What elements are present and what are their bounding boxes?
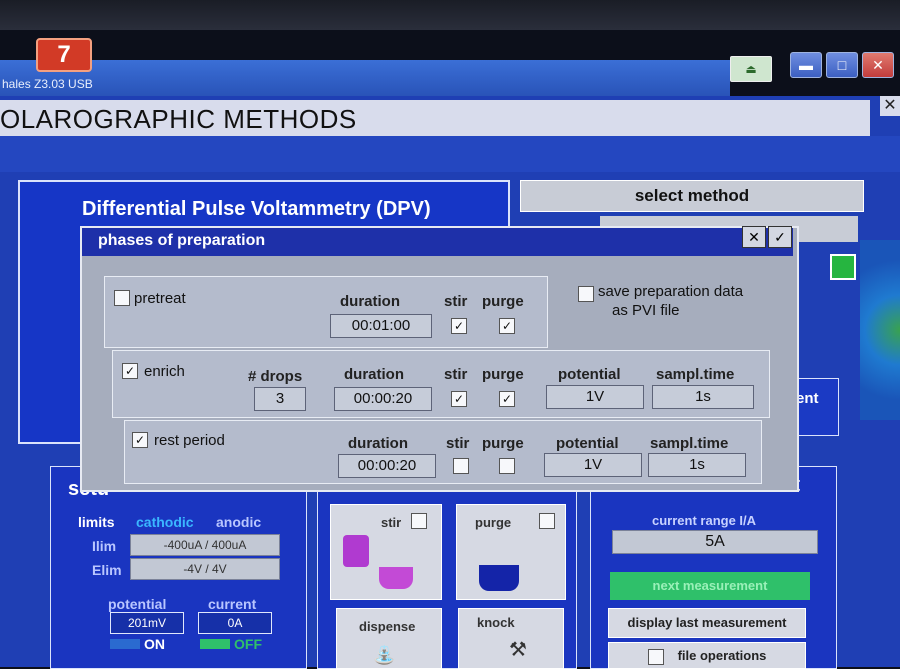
file-operations-label: file operations <box>677 648 767 663</box>
on-toggle[interactable]: ON <box>110 636 165 652</box>
purge-checkbox[interactable] <box>539 513 555 529</box>
knock-label: knock <box>477 615 515 630</box>
dialog-ok-button[interactable]: ✓ <box>768 226 792 248</box>
current-range-label: current range I/A <box>652 513 757 528</box>
current-label: current <box>208 596 257 612</box>
window-titlebar <box>0 60 730 96</box>
enrich-sampl-time-field[interactable]: 1s <box>652 385 754 409</box>
stir-tile[interactable]: stir <box>330 504 442 600</box>
dispense-label: dispense <box>359 619 416 634</box>
rest-duration-header: duration <box>348 435 408 452</box>
status-indicator <box>830 254 856 280</box>
drive-icon[interactable]: ⏏ <box>730 56 772 82</box>
purge-label: purge <box>475 515 512 530</box>
rest-sampl-time-header: sampl.time <box>650 435 729 452</box>
rest-duration-field[interactable]: 00:00:20 <box>338 454 436 478</box>
off-toggle[interactable]: OFF <box>200 636 262 652</box>
elim-field[interactable]: -4V / 4V <box>130 558 280 580</box>
save-pvi-checkbox[interactable] <box>578 286 594 302</box>
file-operations-checkbox[interactable] <box>647 648 664 665</box>
potential-label: potential <box>108 596 167 612</box>
on-indicator-icon <box>110 639 140 649</box>
pretreat-checkbox[interactable] <box>114 290 130 306</box>
select-method-button[interactable]: select method <box>520 180 864 212</box>
window-title: hales Z3.03 USB <box>2 77 93 91</box>
save-pvi-label-line1: save preparation data <box>598 283 744 300</box>
pretreat-duration-header: duration <box>340 293 400 310</box>
on-label: ON <box>144 636 165 652</box>
rest-stir-header: stir <box>446 435 470 452</box>
enrich-purge-header: purge <box>482 366 524 383</box>
elim-label: Elim <box>92 562 122 578</box>
anodic-label: anodic <box>216 514 262 530</box>
hammer-icon: ⚒ <box>509 639 527 661</box>
cathodic-label: cathodic <box>136 514 194 530</box>
off-indicator-icon <box>200 639 230 649</box>
save-pvi-label-line2: as PVI file <box>612 302 680 319</box>
enrich-stir-checkbox[interactable]: ✓ <box>451 391 467 407</box>
next-measurement-button[interactable]: next measurement <box>610 572 810 600</box>
method-title: Differential Pulse Voltammetry (DPV) <box>82 198 431 220</box>
rest-period-label: rest period <box>154 432 225 449</box>
off-label: OFF <box>234 636 262 652</box>
rest-potential-field[interactable]: 1V <box>544 453 642 477</box>
dialog-title: phases of preparation <box>98 232 266 249</box>
beaker-icon <box>379 567 413 589</box>
pretreat-label: pretreat <box>134 290 186 307</box>
dialog-close-button[interactable]: ✕ <box>742 226 766 248</box>
rest-purge-checkbox[interactable] <box>499 458 515 474</box>
purge-beaker-icon <box>479 565 519 591</box>
ilim-field[interactable]: -400uA / 400uA <box>130 534 280 556</box>
faucet-icon: ⛲ <box>373 645 396 665</box>
inner-band <box>0 136 900 172</box>
rest-purge-header: purge <box>482 435 524 452</box>
enrich-purge-checkbox[interactable]: ✓ <box>499 391 515 407</box>
pretreat-purge-checkbox[interactable]: ✓ <box>499 318 515 334</box>
close-icon[interactable]: ✕ <box>880 96 900 116</box>
knock-tile[interactable]: knock ⚒ <box>458 608 564 669</box>
enrich-sampl-time-header: sampl.time <box>656 366 735 383</box>
enrich-stir-header: stir <box>444 366 468 383</box>
side-panel-label[interactable]: ent <box>795 378 839 436</box>
display-last-measurement-button[interactable]: display last measurement <box>608 608 806 638</box>
enrich-duration-field[interactable]: 00:00:20 <box>334 387 432 411</box>
current-readout: 0A <box>198 612 272 634</box>
enrich-drops-field[interactable]: 3 <box>254 387 306 411</box>
close-button[interactable]: ✕ <box>862 52 894 78</box>
monitor-bezel <box>0 0 900 30</box>
rest-potential-header: potential <box>556 435 619 452</box>
window-controls: ▬ □ ✕ <box>790 52 898 80</box>
rest-period-checkbox[interactable]: ✓ <box>132 432 148 448</box>
stir-label: stir <box>381 515 402 530</box>
desktop-wallpaper <box>860 240 900 420</box>
enrich-drops-header: # drops <box>248 368 303 385</box>
pretreat-stir-checkbox[interactable]: ✓ <box>451 318 467 334</box>
enrich-checkbox[interactable]: ✓ <box>122 363 138 379</box>
purge-tile[interactable]: purge <box>456 504 566 600</box>
enrich-label: enrich <box>144 363 185 380</box>
enrich-potential-field[interactable]: 1V <box>546 385 644 409</box>
pretreat-duration-field[interactable]: 00:01:00 <box>330 314 432 338</box>
limits-label: limits <box>78 514 115 530</box>
file-operations-button[interactable]: file operations <box>608 642 806 669</box>
ilim-label: Ilim <box>92 538 117 554</box>
enrich-duration-header: duration <box>344 366 404 383</box>
rest-sampl-time-field[interactable]: 1s <box>648 453 746 477</box>
page-title: OLAROGRAPHIC METHODS <box>0 104 357 134</box>
dispense-tile[interactable]: dispense ⛲ <box>336 608 442 669</box>
maximize-button[interactable]: □ <box>826 52 858 78</box>
stirrer-icon <box>343 535 369 567</box>
current-range-field[interactable]: 5A <box>612 530 818 554</box>
app-logo-icon[interactable]: 7 <box>36 38 92 72</box>
potential-readout: 201mV <box>110 612 184 634</box>
enrich-potential-header: potential <box>558 366 621 383</box>
pretreat-stir-header: stir <box>444 293 468 310</box>
rest-stir-checkbox[interactable] <box>453 458 469 474</box>
pretreat-purge-header: purge <box>482 293 524 310</box>
pretreat-group <box>104 276 548 348</box>
stir-checkbox[interactable] <box>411 513 427 529</box>
minimize-button[interactable]: ▬ <box>790 52 822 78</box>
